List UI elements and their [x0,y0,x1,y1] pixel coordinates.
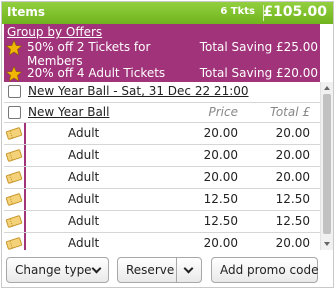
ticket-price: 20.00 [203,148,238,162]
offer-row: 50% off 2 Tickets for Members Total Savi… [4,40,320,68]
ticket-marker [24,167,26,189]
ticket-type: Adult [68,192,100,206]
ticket-price: 20.00 [203,170,238,184]
ticket-marker [24,233,26,250]
ticket-total: 12.50 [275,214,310,228]
header-title: Items [7,5,45,19]
ticket-icon [5,171,23,184]
star-icon [6,40,22,56]
ticket-count: 6 Tkts [220,6,255,17]
ticket-row[interactable]: Adult 12.50 12.50 [4,210,320,233]
event-group-row: New Year Ball - Sat, 31 Dec 22 21:00 [4,82,320,102]
offer-description: 50% off 2 Tickets for Members [27,40,151,68]
change-type-label: Change type [15,263,92,277]
scroll-up-arrow-icon[interactable] [324,86,330,90]
ticket-total: 20.00 [275,148,310,162]
event-name-link[interactable]: New Year Ball [28,105,109,119]
chevron-down-icon [91,263,102,274]
star-icon [6,66,22,82]
ticket-row[interactable]: Adult 20.00 20.00 [4,122,320,145]
ticket-marker [24,123,26,145]
offer-row: 20% off 4 Adult Tickets Total Saving £20… [4,66,320,82]
ticket-icon [5,127,23,140]
offer-description: 20% off 4 Adult Tickets [27,66,166,80]
event-group-checkbox[interactable] [8,85,21,98]
ticket-icon [5,215,23,228]
ticket-row[interactable]: Adult 20.00 20.00 [4,144,320,167]
ticket-total: 12.50 [275,192,310,206]
event-checkbox[interactable] [8,106,21,119]
ticket-type: Adult [68,126,100,140]
event-row: New Year Ball Price Total £ [4,102,320,122]
ticket-price: 20.00 [203,236,238,250]
ticket-price: 20.00 [203,126,238,140]
total-column-header: Total £ [269,105,310,119]
order-total: £105.00 [263,4,327,20]
ticket-icon [5,237,23,250]
scrollbar-thumb[interactable] [323,94,331,234]
ticket-price: 12.50 [203,192,238,206]
chevron-down-icon[interactable] [183,263,194,274]
reserve-split-button: Reserve [117,257,202,283]
offer-saving: Total Saving £20.00 [199,66,318,80]
offer-saving: Total Saving £25.00 [199,40,318,54]
add-promo-code-button[interactable]: Add promo code [211,257,318,283]
offers-section: Group by Offers 50% off 2 Tickets for Me… [4,24,320,82]
ticket-type: Adult [68,214,100,228]
ticket-row[interactable]: Adult 20.00 20.00 [4,232,320,250]
vertical-scrollbar[interactable] [320,82,333,250]
group-by-offers-link[interactable]: Group by Offers [7,25,102,39]
ticket-total: 20.00 [275,170,310,184]
ticket-total: 20.00 [275,236,310,250]
footer-toolbar: Change type Reserve Add promo code [2,254,333,287]
items-header: Items 6 Tkts £105.00 [2,2,333,24]
change-type-button[interactable]: Change type [6,257,109,283]
scroll-down-arrow-icon[interactable] [324,242,330,246]
ticket-icon [5,193,23,206]
ticket-type: Adult [68,170,100,184]
ticket-type: Adult [68,148,100,162]
split-divider [176,258,177,282]
ticket-list[interactable]: New Year Ball - Sat, 31 Dec 22 21:00 New… [4,82,333,250]
ticket-row[interactable]: Adult 20.00 20.00 [4,166,320,189]
ticket-icon [5,149,23,162]
items-panel: Items 6 Tkts £105.00 Group by Offers 50%… [1,1,334,288]
ticket-total: 20.00 [275,126,310,140]
ticket-marker [24,145,26,167]
ticket-price: 12.50 [203,214,238,228]
ticket-marker [24,189,26,211]
reserve-button[interactable]: Reserve [126,263,174,277]
ticket-type: Adult [68,236,100,250]
price-column-header: Price [208,105,238,119]
event-group-link[interactable]: New Year Ball - Sat, 31 Dec 22 21:00 [28,84,249,98]
add-promo-code-label: Add promo code [220,263,319,277]
ticket-row[interactable]: Adult 12.50 12.50 [4,188,320,211]
ticket-marker [24,211,26,233]
